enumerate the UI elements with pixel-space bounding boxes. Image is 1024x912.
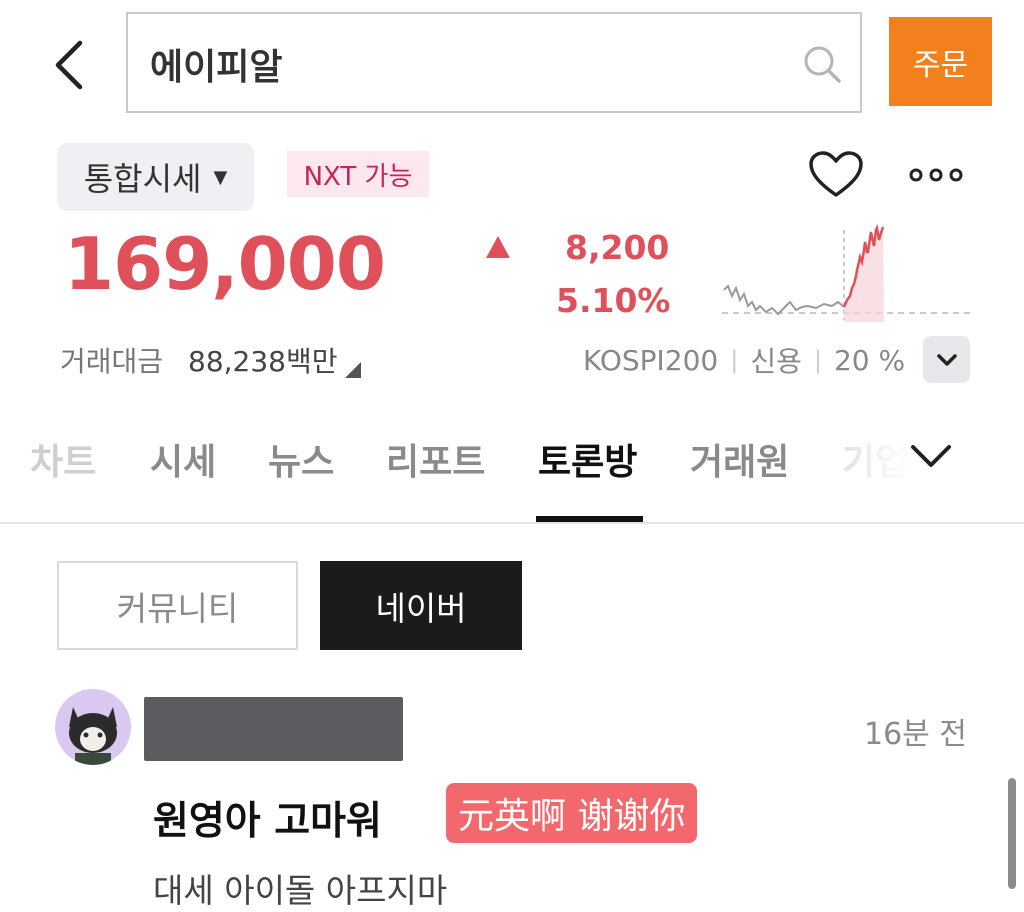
index-name: KOSPI200 [583, 343, 719, 377]
corner-triangle-icon [345, 362, 361, 378]
chevron-left-icon [55, 40, 83, 90]
scrollbar[interactable] [1008, 778, 1016, 889]
tabs-more-button[interactable] [905, 435, 957, 479]
chevron-down-icon [911, 445, 951, 467]
segment-community[interactable]: 커뮤니티 [57, 561, 298, 650]
back-button[interactable] [44, 30, 94, 100]
search-input-value: 에이피알 [150, 47, 283, 88]
tab-broker[interactable]: 거래원 [690, 433, 789, 485]
credit-value: 20 % [833, 343, 906, 377]
current-price: 169,000 [64, 222, 386, 306]
author-name-redacted [144, 697, 403, 761]
change-amount: 8,200 [565, 228, 670, 267]
tab-quote[interactable]: 시세 [150, 433, 216, 485]
separator: | [813, 346, 822, 374]
tab-report[interactable]: 리포트 [386, 433, 485, 485]
nxt-badge: NXT 가능 [287, 151, 429, 197]
up-triangle-icon [486, 236, 510, 258]
market-dropdown[interactable]: 통합시세 ▼ [57, 143, 254, 211]
post-timestamp: 16분 전 [864, 717, 967, 752]
post-preview[interactable]: 대세 아이돌 아프지마 [153, 864, 447, 912]
tab-forum[interactable]: 토론방 [538, 433, 637, 485]
search-input[interactable]: 에이피알 [126, 12, 862, 113]
divider [0, 522, 1024, 524]
trade-value-label: 거래대금 [60, 345, 164, 378]
credit-label: 신용 [750, 345, 802, 378]
translation-overlay: 元英啊 谢谢你 [446, 783, 698, 843]
index-info: KOSPI200 | 신용 | 20 % [583, 340, 905, 380]
order-button[interactable]: 주문 [889, 17, 992, 106]
expand-button[interactable] [923, 336, 970, 383]
change-percent: 5.10% [556, 281, 671, 320]
tab-news[interactable]: 뉴스 [268, 433, 334, 485]
market-dropdown-label: 통합시세 [83, 160, 202, 198]
segment-naver[interactable]: 네이버 [320, 561, 522, 650]
post-title[interactable]: 원영아 고마워 [153, 790, 382, 846]
trade-value: 88,238백만 [188, 345, 338, 378]
caret-down-icon: ▼ [213, 166, 228, 188]
avatar[interactable] [55, 689, 131, 765]
tab-chart[interactable]: 차트 [30, 433, 96, 485]
intraday-sparkline [722, 224, 970, 322]
separator: | [730, 346, 739, 374]
tab-fade-overlay [830, 420, 910, 490]
heart-icon[interactable] [808, 150, 864, 200]
more-dots-icon[interactable] [908, 165, 964, 185]
search-icon[interactable] [802, 44, 842, 84]
chevron-down-icon [936, 353, 957, 366]
